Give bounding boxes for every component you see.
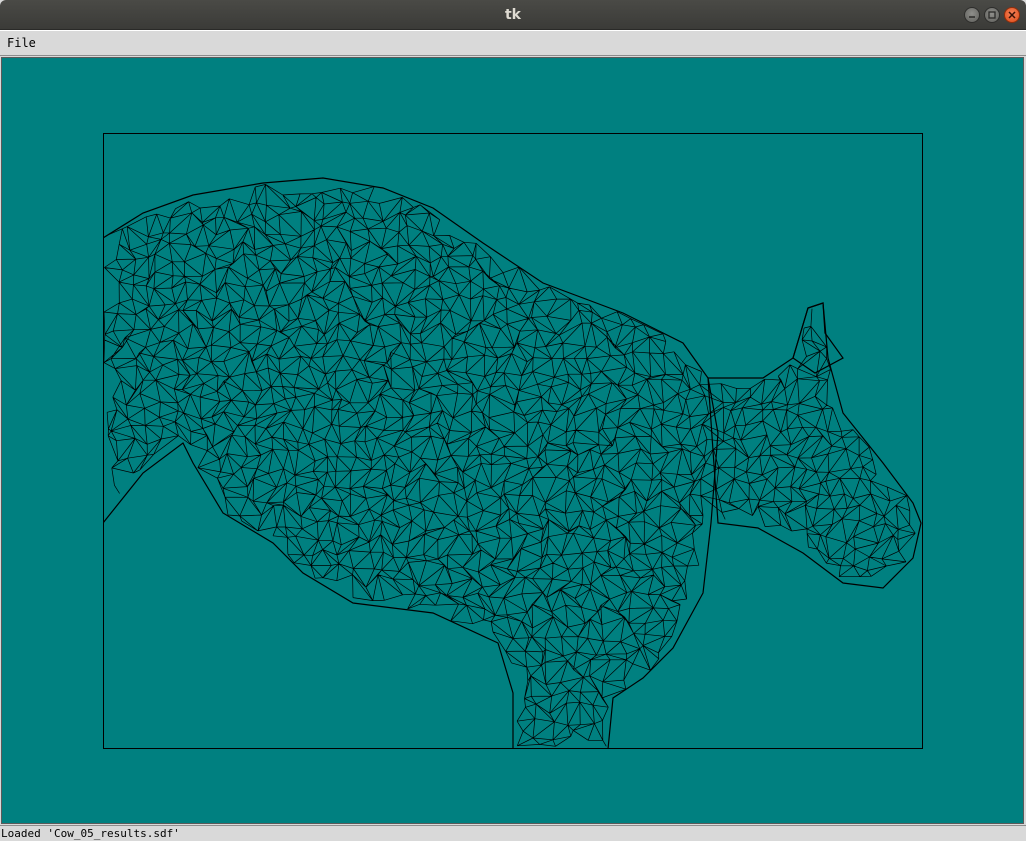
minimize-icon xyxy=(969,16,975,18)
cow-wireframe-mesh[interactable] xyxy=(103,133,923,749)
status-text: Loaded 'Cow_05_results.sdf' xyxy=(1,827,180,840)
close-button[interactable] xyxy=(1004,7,1020,23)
mesh-horn-outline xyxy=(792,302,844,374)
maximize-button[interactable] xyxy=(984,7,1000,23)
minimize-button[interactable] xyxy=(964,7,980,23)
menu-bar: File xyxy=(0,30,1026,56)
menu-file[interactable]: File xyxy=(2,34,41,53)
app-window: tk File Loaded 'Cow_05_results.sdf' xyxy=(0,0,1026,841)
close-icon xyxy=(1008,11,1016,19)
title-bar[interactable]: tk xyxy=(0,0,1026,30)
status-bar: Loaded 'Cow_05_results.sdf' xyxy=(0,825,1026,841)
window-title: tk xyxy=(504,7,521,23)
maximize-icon xyxy=(988,11,996,19)
mesh-edges xyxy=(103,184,916,747)
render-canvas[interactable] xyxy=(1,57,1024,824)
canvas-container xyxy=(0,56,1026,825)
